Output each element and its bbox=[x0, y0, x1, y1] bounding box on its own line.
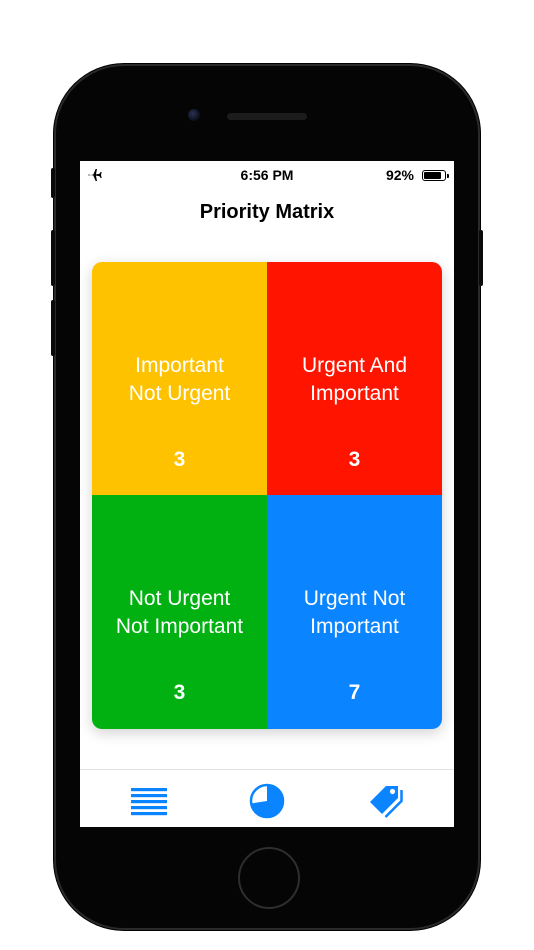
quadrant-count: 3 bbox=[173, 448, 186, 471]
volume-up-button bbox=[51, 230, 55, 286]
quadrant-label: Important Not Urgent bbox=[128, 354, 231, 405]
home-button[interactable] bbox=[238, 847, 300, 909]
battery-percent: 92% bbox=[385, 167, 414, 183]
status-bar: 6:56 PM 92% bbox=[80, 161, 454, 189]
tab-bar bbox=[80, 769, 454, 827]
pie-chart-icon bbox=[249, 783, 285, 819]
quadrant-label: Urgent And Important bbox=[301, 354, 408, 405]
quadrant-label: Urgent Not Important bbox=[303, 587, 406, 638]
battery-icon bbox=[422, 170, 449, 181]
earpiece-speaker bbox=[227, 113, 307, 120]
quadrant-not-urgent-not-important[interactable]: Not Urgent Not Important 3 bbox=[92, 495, 267, 729]
quadrant-important-not-urgent[interactable]: Important Not Urgent 3 bbox=[92, 262, 267, 495]
mute-switch bbox=[51, 168, 55, 198]
quadrant-count: 3 bbox=[348, 448, 361, 471]
quadrant-label: Not Urgent Not Important bbox=[115, 587, 244, 638]
front-camera bbox=[188, 109, 200, 121]
app-screen: 6:56 PM 92% Priority Matrix Important No… bbox=[80, 161, 454, 827]
battery-nub bbox=[447, 173, 449, 178]
quadrant-count: 3 bbox=[173, 681, 186, 704]
quadrant-urgent-not-important[interactable]: Urgent Not Important 7 bbox=[267, 495, 442, 729]
volume-down-button bbox=[51, 300, 55, 356]
tab-tags[interactable] bbox=[364, 780, 404, 820]
page-title: Priority Matrix bbox=[199, 201, 335, 223]
quadrant-urgent-and-important[interactable]: Urgent And Important 3 bbox=[267, 262, 442, 495]
tab-chart[interactable] bbox=[247, 780, 287, 820]
list-icon bbox=[131, 788, 167, 816]
power-button bbox=[479, 230, 483, 286]
battery-level-fill bbox=[424, 172, 441, 179]
quadrant-count: 7 bbox=[348, 681, 361, 704]
priority-matrix: Important Not Urgent 3 Urgent And Import… bbox=[92, 262, 442, 729]
tab-list[interactable] bbox=[129, 780, 169, 820]
tags-icon bbox=[370, 786, 403, 818]
